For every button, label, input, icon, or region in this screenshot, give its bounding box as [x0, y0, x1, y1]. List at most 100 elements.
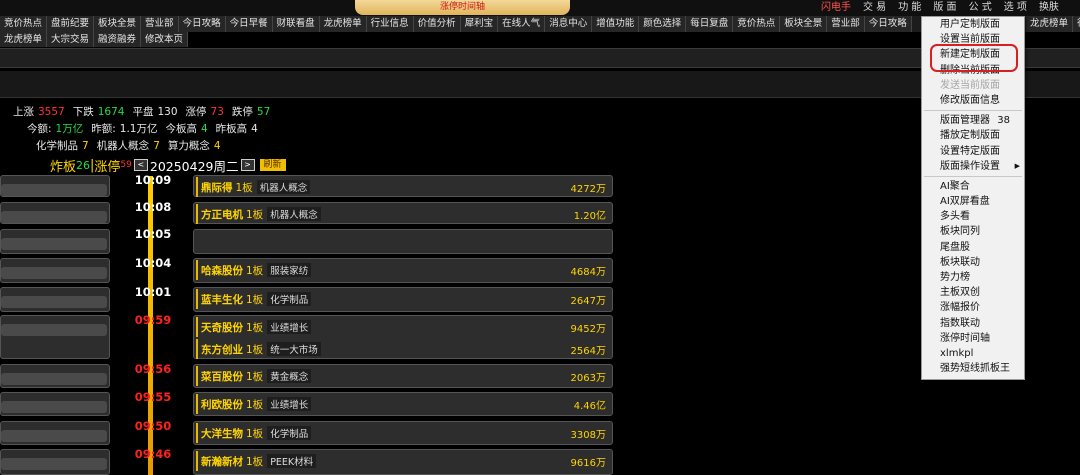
- menu-item[interactable]: 涨幅报价: [922, 300, 1024, 315]
- tab-item[interactable]: 今日攻略: [864, 16, 912, 32]
- menu-item[interactable]: 版面操作设置 ▶: [922, 159, 1024, 174]
- stock-row[interactable]: 大洋生物 1板 化学制品 3308万: [196, 423, 610, 443]
- menu-item[interactable]: 删除当前版面: [922, 63, 1024, 78]
- stock-name[interactable]: 鼎际得: [201, 180, 233, 195]
- left-panel-bar: [1, 211, 107, 223]
- menu-item[interactable]: 修改版面信息: [922, 93, 1024, 108]
- tab-item[interactable]: 消息中心: [545, 16, 593, 32]
- tab-item[interactable]: 龙虎榜单: [0, 32, 48, 47]
- tab-item[interactable]: 竞价热点: [0, 16, 48, 32]
- concept-tag[interactable]: 黄金概念: [267, 369, 312, 383]
- stock-card: 蓝丰生化 1板 化学制品 2647万: [193, 287, 613, 312]
- concept-tag[interactable]: 机器人概念: [267, 207, 321, 221]
- stock-name[interactable]: 大洋生物: [201, 426, 243, 441]
- concept-tag[interactable]: 机器人概念: [256, 180, 311, 194]
- stock-name[interactable]: 新瀚新材: [201, 454, 243, 469]
- stock-name[interactable]: 东方创业: [201, 342, 243, 357]
- stock-name[interactable]: 方正电机: [201, 207, 243, 222]
- stat-value: 4: [251, 123, 258, 135]
- menu-item[interactable]: 公 式: [963, 1, 998, 14]
- menu-item[interactable]: 涨停时间轴: [922, 331, 1024, 346]
- tab-item[interactable]: 修改本页: [141, 32, 189, 47]
- amount-value: 2564万: [570, 345, 606, 357]
- stock-row[interactable]: 利欧股份 1板 业绩增长 4.46亿: [196, 394, 610, 414]
- menu-item[interactable]: 换肤: [1033, 1, 1065, 14]
- tab-item[interactable]: 今日攻略: [178, 16, 226, 32]
- tab-item[interactable]: 融资融券: [94, 32, 142, 47]
- tab-item[interactable]: 营业部: [141, 16, 179, 32]
- menu-item[interactable]: 新建定制版面: [922, 47, 1024, 62]
- menu-item[interactable]: 板块联动: [922, 255, 1024, 270]
- tab-item[interactable]: 板块全景: [94, 16, 142, 32]
- tab-item[interactable]: 每日复盘: [686, 16, 734, 32]
- concept-tag[interactable]: PEEK材料: [267, 454, 317, 468]
- menu-item[interactable]: 设置当前版面: [922, 32, 1024, 47]
- tab-item[interactable]: 在线人气: [498, 16, 546, 32]
- stock-name[interactable]: 菜百股份: [201, 369, 243, 384]
- stock-name[interactable]: 哈森股份: [201, 263, 243, 278]
- zhangting-label[interactable]: 涨停: [94, 156, 120, 175]
- tab-item[interactable]: 行业信息: [366, 16, 414, 32]
- refresh-button[interactable]: 刷新: [259, 159, 286, 171]
- menu-item[interactable]: 尾盘股: [922, 240, 1024, 255]
- menu-item[interactable]: 强势短线抓板王: [922, 361, 1024, 376]
- tab-item[interactable]: 竞价热点: [733, 16, 781, 32]
- time-label: 09:50: [134, 419, 172, 433]
- menu-item[interactable]: 选 项: [998, 1, 1033, 14]
- time-label: 10:08: [134, 200, 172, 214]
- tab-item[interactable]: 行: [1073, 16, 1080, 32]
- stock-name[interactable]: 蓝丰生化: [201, 292, 243, 307]
- tab-item[interactable]: 犀利宝: [460, 16, 499, 32]
- next-date-button[interactable]: >: [240, 159, 255, 171]
- concept-tag[interactable]: 化学制品: [267, 292, 312, 306]
- stock-name[interactable]: 天奇股份: [201, 320, 243, 335]
- menu-item[interactable]: 播放定制版面: [922, 128, 1024, 143]
- menu-item[interactable]: AI聚合: [922, 179, 1024, 194]
- tab-item[interactable]: 财联看盘: [272, 16, 320, 32]
- stock-row[interactable]: 蓝丰生化 1板 化学制品 2647万: [196, 289, 610, 309]
- menu-item[interactable]: AI双屏看盘: [922, 194, 1024, 209]
- tab-item[interactable]: 增值功能: [592, 16, 640, 32]
- tab-item[interactable]: 今日早餐: [225, 16, 273, 32]
- stat-value: 1674: [97, 106, 125, 118]
- menu-item[interactable]: 板块同列: [922, 224, 1024, 239]
- stock-row[interactable]: 天奇股份 1板 业绩增长 9452万: [196, 317, 610, 337]
- menu-item[interactable]: 闪电手: [815, 1, 857, 14]
- stock-row[interactable]: 菜百股份 1板 黄金概念 2063万: [196, 366, 610, 386]
- concept-tag[interactable]: 化学制品: [267, 426, 312, 440]
- tab-item[interactable]: 龙虎榜单: [319, 16, 367, 32]
- menu-item[interactable]: 多头看: [922, 209, 1024, 224]
- stat-label: 算力概念: [167, 140, 210, 152]
- tab-item[interactable]: 营业部: [827, 16, 865, 32]
- concept-tag[interactable]: 业绩增长: [267, 397, 312, 411]
- menu-item[interactable]: 用户定制版面: [922, 17, 1024, 32]
- tab-item[interactable]: 盘前纪要: [47, 16, 95, 32]
- menu-item[interactable]: 势力榜: [922, 270, 1024, 285]
- stock-row[interactable]: 哈森股份 1板 服装家纺 4684万: [196, 260, 610, 280]
- menu-item[interactable]: 指数联动: [922, 316, 1024, 331]
- menu-item[interactable]: 交 易: [857, 1, 892, 14]
- menu-item[interactable]: 设置特定版面: [922, 144, 1024, 159]
- stock-row[interactable]: 鼎际得 1板 机器人概念 4272万: [196, 177, 610, 197]
- tab-item[interactable]: 板块全景: [780, 16, 828, 32]
- menu-item[interactable]: 主板双创: [922, 285, 1024, 300]
- stock-name[interactable]: 利欧股份: [201, 397, 243, 412]
- menu-item[interactable]: xlmkpl: [922, 346, 1024, 361]
- concept-tag[interactable]: 服装家纺: [267, 263, 312, 277]
- stock-row[interactable]: 方正电机 1板 机器人概念 1.20亿: [196, 204, 610, 224]
- zhaban-label[interactable]: 炸板: [50, 156, 76, 175]
- stat-label: 涨停: [185, 106, 207, 118]
- menu-item[interactable]: 功 能: [892, 1, 927, 14]
- prev-date-button[interactable]: <: [133, 159, 148, 171]
- concept-tag[interactable]: 统一大市场: [267, 342, 321, 356]
- menu-item[interactable]: 版面管理器 38: [922, 113, 1024, 128]
- tab-item[interactable]: 龙虎榜单: [1026, 16, 1074, 32]
- stock-row[interactable]: 东方创业 1板 统一大市场 2564万: [196, 339, 610, 359]
- tab-item[interactable]: 大宗交易: [47, 32, 95, 47]
- tab-item[interactable]: 价值分析: [413, 16, 461, 32]
- concept-tag[interactable]: 业绩增长: [267, 320, 312, 334]
- time-label: 10:04: [134, 256, 172, 270]
- tab-item[interactable]: 颜色选择: [639, 16, 687, 32]
- stock-row[interactable]: 新瀚新材 1板 PEEK材料 9616万: [196, 451, 610, 471]
- menu-item[interactable]: 版 面: [927, 1, 962, 14]
